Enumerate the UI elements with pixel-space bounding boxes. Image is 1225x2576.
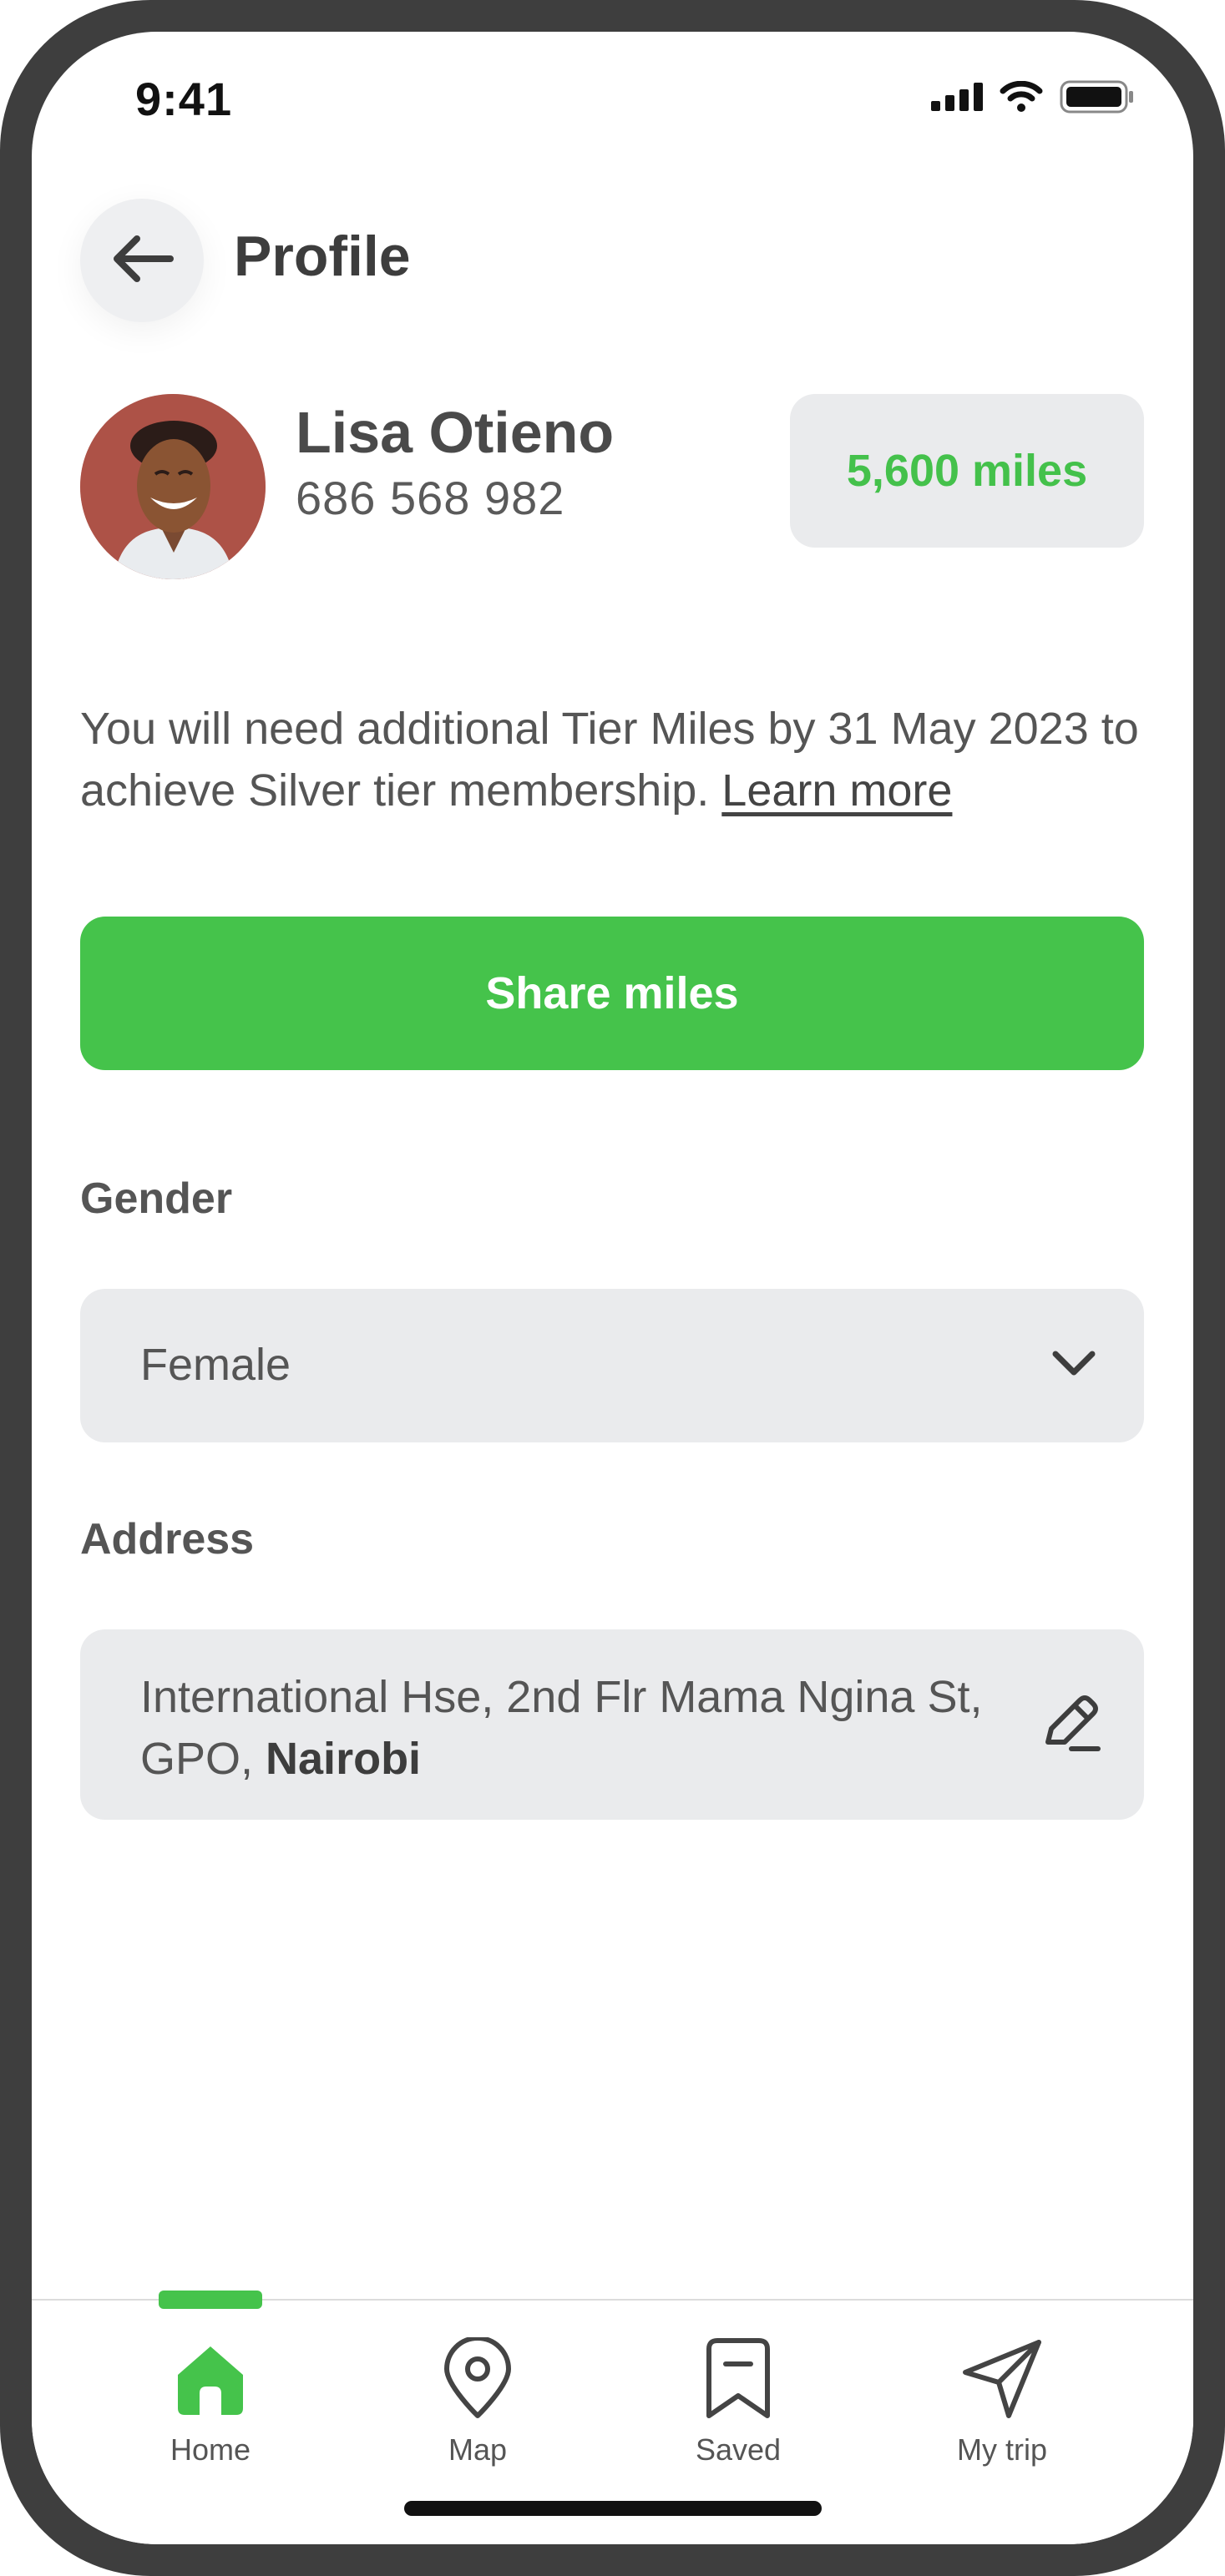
- miles-badge: 5,600 miles: [790, 394, 1144, 548]
- avatar: [80, 394, 266, 579]
- share-miles-label: Share miles: [485, 968, 739, 1018]
- address-city: Nairobi: [266, 1734, 422, 1784]
- address-text: International Hse, 2nd Flr Mama Ngina St…: [140, 1666, 992, 1790]
- page-title: Profile: [234, 225, 411, 288]
- tier-info-message: You will need additional Tier Miles by 3…: [80, 704, 1139, 816]
- tier-info-text: You will need additional Tier Miles by 3…: [80, 698, 1157, 821]
- tab-my-trip[interactable]: My trip: [919, 2337, 1086, 2467]
- miles-value: 5,600 miles: [846, 446, 1088, 496]
- edit-address-button[interactable]: [1032, 1688, 1107, 1763]
- battery-icon: [1060, 80, 1135, 118]
- gender-value: Female: [140, 1340, 291, 1390]
- tab-home-label: Home: [170, 2432, 251, 2467]
- bookmark-icon: [696, 2337, 780, 2421]
- arrow-left-icon: [109, 234, 175, 288]
- chevron-down-icon: [1050, 1347, 1097, 1385]
- address-label: Address: [80, 1515, 255, 1563]
- tab-home[interactable]: Home: [127, 2337, 294, 2467]
- cellular-signal-icon: [931, 82, 983, 115]
- wifi-icon: [1000, 80, 1043, 117]
- tab-map-label: Map: [448, 2432, 508, 2467]
- tab-saved[interactable]: Saved: [655, 2337, 822, 2467]
- tab-saved-label: Saved: [695, 2432, 782, 2467]
- share-miles-button[interactable]: Share miles: [80, 917, 1144, 1070]
- gender-label: Gender: [80, 1174, 233, 1223]
- gender-select[interactable]: Female: [80, 1289, 1144, 1442]
- send-icon: [960, 2337, 1044, 2421]
- back-button[interactable]: [80, 199, 204, 322]
- learn-more-link[interactable]: Learn more: [721, 765, 952, 816]
- map-pin-icon: [436, 2337, 519, 2421]
- address-field: International Hse, 2nd Flr Mama Ngina St…: [80, 1629, 1144, 1820]
- active-tab-indicator: [159, 2291, 262, 2309]
- pencil-icon: [1036, 1690, 1103, 1761]
- screen: 9:41 Profile Lisa Otieno 686 568 982 5,6…: [32, 32, 1193, 2544]
- home-indicator: [404, 2501, 822, 2516]
- user-phone: 686 568 982: [296, 472, 565, 524]
- status-time: 9:41: [135, 73, 233, 125]
- tab-map[interactable]: Map: [394, 2337, 561, 2467]
- status-icons: [931, 80, 1135, 118]
- phone-frame: 9:41 Profile Lisa Otieno 686 568 982 5,6…: [0, 0, 1225, 2576]
- tab-my-trip-label: My trip: [957, 2432, 1047, 2467]
- home-icon: [169, 2337, 252, 2421]
- user-name: Lisa Otieno: [296, 400, 615, 465]
